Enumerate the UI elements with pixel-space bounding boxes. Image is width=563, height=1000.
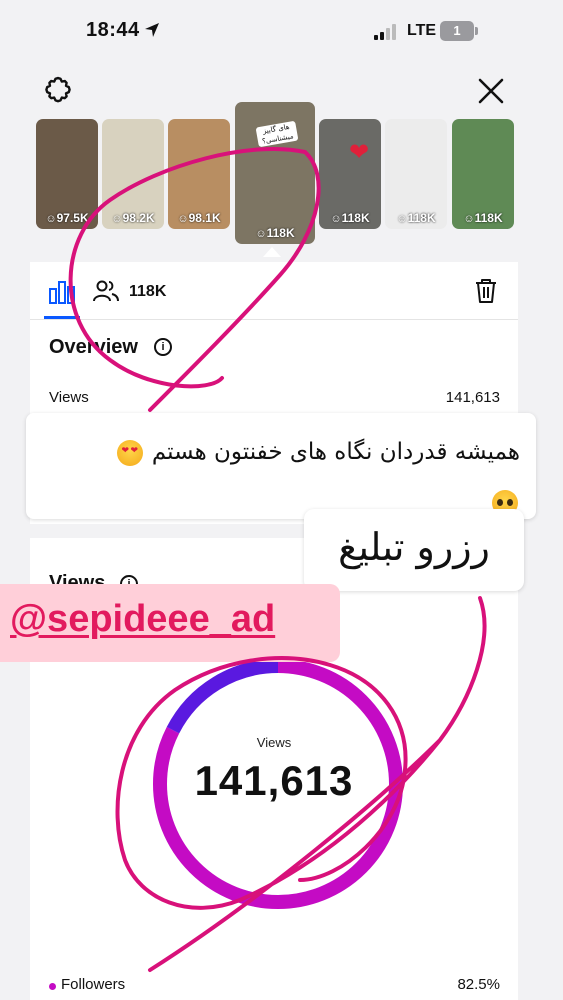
thumbnail-view-count: 118K — [319, 211, 381, 225]
thumbnail-view-count: 118K — [235, 226, 315, 240]
network-type: LTE — [407, 22, 437, 39]
followers-label: Followers — [61, 976, 126, 993]
active-tab-indicator — [44, 316, 80, 319]
story-thumbnail[interactable]: 98.2K — [102, 119, 164, 229]
people-icon[interactable] — [93, 280, 119, 302]
views-label: Views — [49, 389, 89, 406]
bar-chart-icon[interactable] — [48, 280, 76, 304]
story-thumbnail[interactable]: 118K — [452, 119, 514, 229]
followers-percent: 82.5% — [457, 976, 500, 993]
story-thumbnail[interactable]: 97.5K — [36, 119, 98, 229]
trash-icon[interactable] — [474, 278, 498, 304]
status-time: 18:44 — [86, 19, 140, 41]
thumbnail-view-count: 118K — [385, 211, 447, 225]
selected-pointer — [263, 247, 281, 257]
followers-legend-dot — [49, 983, 56, 990]
views-value: 141,613 — [445, 389, 500, 406]
story-insights-screen: 18:44 LTE 1 97.5K 98.2K 98.1K های گاییز … — [0, 0, 563, 1000]
gear-icon[interactable] — [43, 75, 73, 105]
battery-icon: 1 — [440, 21, 478, 41]
thumbnail-caption: های گاییز میشناسی؟ — [255, 120, 299, 148]
mention-sticker[interactable]: @sepideee_ad — [0, 584, 340, 662]
status-bar: 18:44 LTE 1 — [0, 0, 563, 60]
thumbnail-view-count: 97.5K — [36, 211, 98, 225]
heart-eyes-emoji-icon: ❤ ❤ — [116, 439, 143, 466]
viewer-count[interactable]: 118K — [129, 283, 166, 301]
insights-tabs: 118K — [30, 262, 518, 320]
caption-sticker: همیشه قدردان نگاه های خفنتون هستم ❤ ❤ — [26, 413, 536, 519]
overview-heading: Overview — [49, 336, 138, 358]
donut-total: 141,613 — [194, 757, 354, 804]
thumbnail-view-count: 118K — [452, 211, 514, 225]
mention-handle[interactable]: @sepideee_ad — [10, 598, 275, 641]
story-thumbnail[interactable]: ❤ 118K — [319, 119, 381, 229]
story-thumbnail[interactable]: 118K — [385, 119, 447, 229]
story-thumbnail-strip: 97.5K 98.2K 98.1K های گاییز میشناسی؟ 118… — [0, 102, 563, 252]
heart-icon: ❤ — [349, 139, 370, 166]
reserve-ad-text: رزرو تبلیغ — [338, 525, 490, 569]
reserve-ad-sticker: رزرو تبلیغ — [304, 509, 524, 591]
caption-line: همیشه قدردان نگاه های خفنتون هستم — [151, 439, 520, 465]
thumbnail-view-count: 98.2K — [102, 211, 164, 225]
story-thumbnail-selected[interactable]: های گاییز میشناسی؟ 118K — [235, 102, 315, 244]
signal-icon — [374, 24, 400, 40]
thumbnail-view-count: 98.1K — [168, 211, 230, 225]
info-icon[interactable]: i — [154, 338, 172, 356]
story-thumbnail[interactable]: 98.1K — [168, 119, 230, 229]
location-arrow-icon — [145, 23, 159, 37]
donut-label: Views — [256, 735, 292, 750]
